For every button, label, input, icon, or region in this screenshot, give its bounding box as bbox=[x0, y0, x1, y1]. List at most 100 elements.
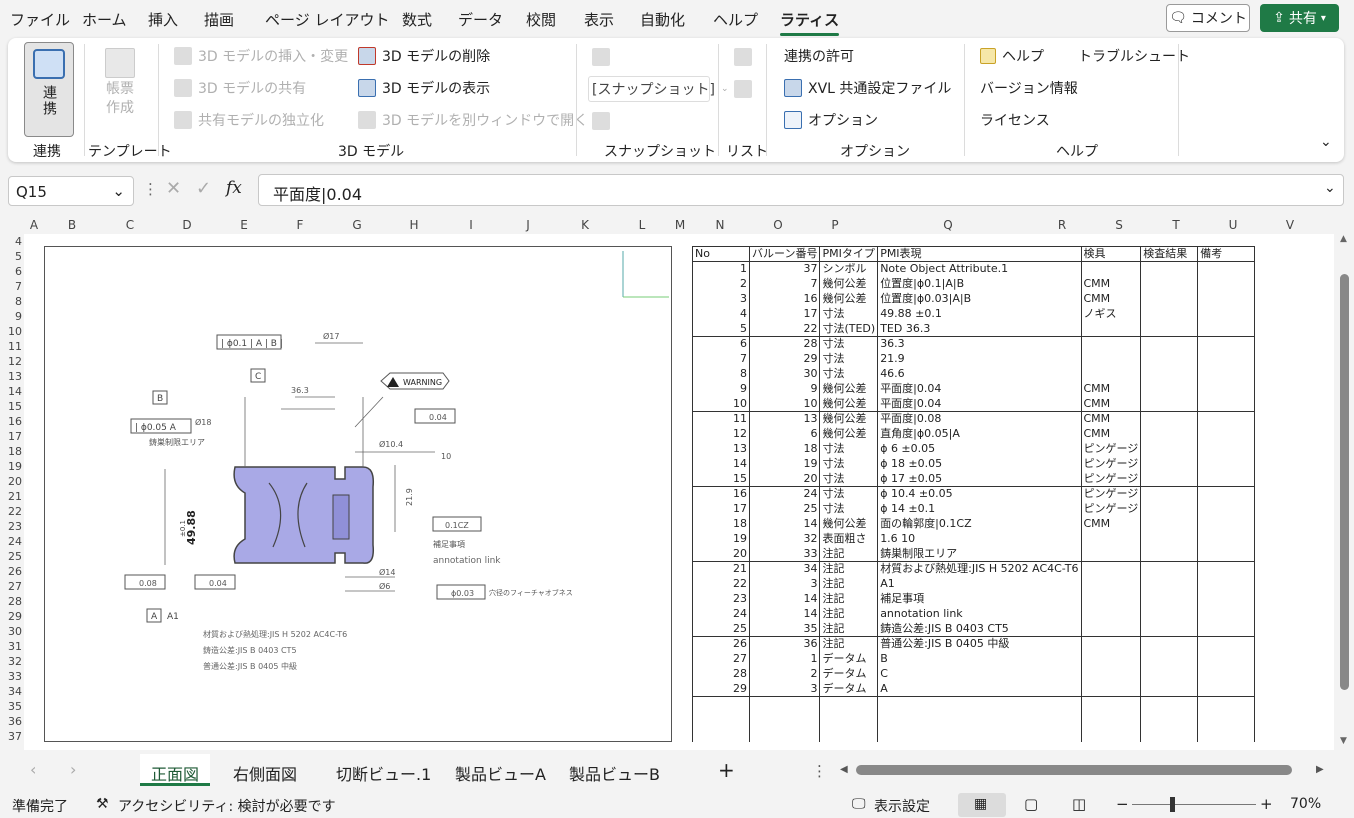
table-cell[interactable]: CMM bbox=[1080, 426, 1142, 442]
table-cell[interactable]: 幾何公差 bbox=[819, 516, 879, 532]
row-header[interactable]: 28 bbox=[0, 594, 22, 609]
table-cell[interactable]: 寸法 bbox=[819, 501, 879, 517]
more-icon[interactable]: ⋮ bbox=[143, 180, 158, 198]
table-cell[interactable]: 14 bbox=[748, 606, 821, 622]
name-box[interactable]: Q15 ⌄ bbox=[8, 176, 134, 206]
table-cell[interactable] bbox=[1197, 291, 1256, 307]
row-header[interactable]: 9 bbox=[0, 309, 22, 324]
table-cell[interactable] bbox=[1140, 471, 1199, 487]
permit-link-button[interactable]: 連携の許可 bbox=[784, 46, 854, 66]
table-cell[interactable]: 7 bbox=[748, 276, 821, 292]
table-cell[interactable] bbox=[1080, 366, 1142, 382]
scroll-left-icon[interactable]: ◀ bbox=[840, 764, 848, 775]
table-cell[interactable] bbox=[1197, 576, 1256, 592]
table-cell[interactable]: 注記 bbox=[819, 606, 879, 622]
table-cell[interactable]: 46.6 bbox=[877, 366, 1082, 382]
table-cell[interactable]: 35 bbox=[748, 621, 821, 637]
scroll-thumb[interactable] bbox=[1340, 274, 1349, 690]
column-header[interactable]: V bbox=[1284, 218, 1296, 232]
row-header[interactable]: 7 bbox=[0, 279, 22, 294]
table-cell[interactable]: 幾何公差 bbox=[819, 426, 879, 442]
table-cell[interactable]: 4 bbox=[692, 306, 750, 322]
table-cell[interactable] bbox=[1197, 486, 1256, 502]
tab-file[interactable]: ファイル bbox=[10, 9, 70, 30]
table-cell[interactable]: 22 bbox=[692, 576, 750, 592]
tab-draw[interactable]: 描画 bbox=[204, 9, 234, 30]
table-cell[interactable] bbox=[1080, 696, 1142, 712]
table-cell[interactable]: 9 bbox=[692, 381, 750, 397]
table-cell[interactable]: annotation link bbox=[877, 606, 1082, 622]
table-cell[interactable]: 幾何公差 bbox=[819, 276, 879, 292]
column-header[interactable]: C bbox=[124, 218, 136, 232]
table-cell[interactable]: 20 bbox=[748, 471, 821, 487]
table-cell[interactable]: 18 bbox=[748, 441, 821, 457]
vertical-scrollbar[interactable]: ▲ ▼ bbox=[1336, 234, 1354, 750]
scroll-up-icon[interactable]: ▲ bbox=[1340, 234, 1347, 244]
table-cell[interactable]: CMM bbox=[1080, 411, 1142, 427]
table-cell[interactable] bbox=[1197, 546, 1256, 562]
table-cell[interactable] bbox=[1140, 576, 1199, 592]
table-cell[interactable] bbox=[748, 711, 821, 727]
scroll-down-icon[interactable]: ▼ bbox=[1340, 736, 1347, 746]
table-cell[interactable] bbox=[1080, 621, 1142, 637]
table-cell[interactable]: 13 bbox=[692, 441, 750, 457]
table-cell[interactable]: 14 bbox=[748, 591, 821, 607]
table-cell[interactable]: 16 bbox=[748, 291, 821, 307]
table-cell[interactable]: C bbox=[877, 666, 1082, 682]
table-cell[interactable] bbox=[1080, 576, 1142, 592]
sheet-tab-product-b[interactable]: 製品ビューB bbox=[569, 761, 660, 785]
table-cell[interactable] bbox=[1140, 276, 1199, 292]
row-header[interactable]: 21 bbox=[0, 489, 22, 504]
table-cell[interactable]: ϕ 10.4 ±0.05 bbox=[877, 486, 1082, 502]
table-cell[interactable]: CMM bbox=[1080, 396, 1142, 412]
table-cell[interactable]: 6 bbox=[692, 336, 750, 352]
column-header[interactable]: K bbox=[579, 218, 591, 232]
row-header[interactable]: 20 bbox=[0, 474, 22, 489]
snapshot-add-icon[interactable] bbox=[592, 48, 610, 66]
sheet-tab-right[interactable]: 右側面図 bbox=[233, 761, 297, 785]
table-cell[interactable]: 30 bbox=[748, 366, 821, 382]
column-header[interactable]: A bbox=[28, 218, 40, 232]
expand-formula-icon[interactable]: ⌄ bbox=[1324, 180, 1336, 196]
column-header[interactable]: S bbox=[1113, 218, 1125, 232]
column-header-cell[interactable]: PMI表現 bbox=[877, 246, 1082, 262]
zoom-slider[interactable] bbox=[1132, 804, 1256, 805]
table-cell[interactable] bbox=[748, 696, 821, 712]
table-cell[interactable] bbox=[1080, 711, 1142, 727]
column-header[interactable]: B bbox=[66, 218, 78, 232]
table-cell[interactable] bbox=[1080, 546, 1142, 562]
row-header[interactable]: 19 bbox=[0, 459, 22, 474]
table-cell[interactable] bbox=[1140, 516, 1199, 532]
row-header[interactable]: 6 bbox=[0, 264, 22, 279]
tab-review[interactable]: 校閲 bbox=[526, 9, 556, 30]
table-cell[interactable] bbox=[1140, 441, 1199, 457]
table-cell[interactable]: 直角度|ϕ0.05|A bbox=[877, 426, 1082, 442]
snapshot-manage-icon[interactable] bbox=[592, 112, 610, 130]
table-cell[interactable] bbox=[1197, 411, 1256, 427]
row-header[interactable]: 26 bbox=[0, 564, 22, 579]
prev-sheet-icon[interactable]: ‹ bbox=[30, 760, 36, 779]
table-cell[interactable] bbox=[1140, 486, 1199, 502]
table-cell[interactable] bbox=[1140, 351, 1199, 367]
tab-lattice[interactable]: ラティス bbox=[780, 9, 840, 36]
horizontal-scroll-thumb[interactable] bbox=[856, 765, 1292, 775]
sheet-tab-front[interactable]: 正面図 bbox=[151, 761, 199, 785]
table-cell[interactable]: CMM bbox=[1080, 291, 1142, 307]
table-cell[interactable] bbox=[1197, 681, 1256, 697]
help-button[interactable]: ヘルプ bbox=[980, 46, 1044, 66]
table-cell[interactable]: 鋳巣制限エリア bbox=[877, 546, 1082, 562]
zoom-slider-thumb[interactable] bbox=[1170, 797, 1175, 812]
table-cell[interactable]: 幾何公差 bbox=[819, 396, 879, 412]
table-cell[interactable]: ピンゲージ bbox=[1080, 501, 1142, 517]
tab-data[interactable]: データ bbox=[458, 9, 503, 30]
troubleshoot-button[interactable]: トラブルシュート bbox=[1078, 46, 1190, 66]
column-header[interactable]: E bbox=[238, 218, 250, 232]
drawing-image[interactable]: | ϕ0.1 | A | B | C B | ϕ0.05 A Ø18 鋳巣制限エ… bbox=[44, 246, 672, 742]
table-cell[interactable] bbox=[1197, 261, 1256, 277]
license-button[interactable]: ライセンス bbox=[980, 110, 1050, 130]
table-cell[interactable] bbox=[692, 711, 750, 727]
page-layout-view-icon[interactable]: ▢ bbox=[1024, 795, 1038, 813]
table-cell[interactable] bbox=[1197, 366, 1256, 382]
row-header[interactable]: 25 bbox=[0, 549, 22, 564]
snapshot-select[interactable]: [スナップショット] ⌄ bbox=[588, 76, 728, 102]
